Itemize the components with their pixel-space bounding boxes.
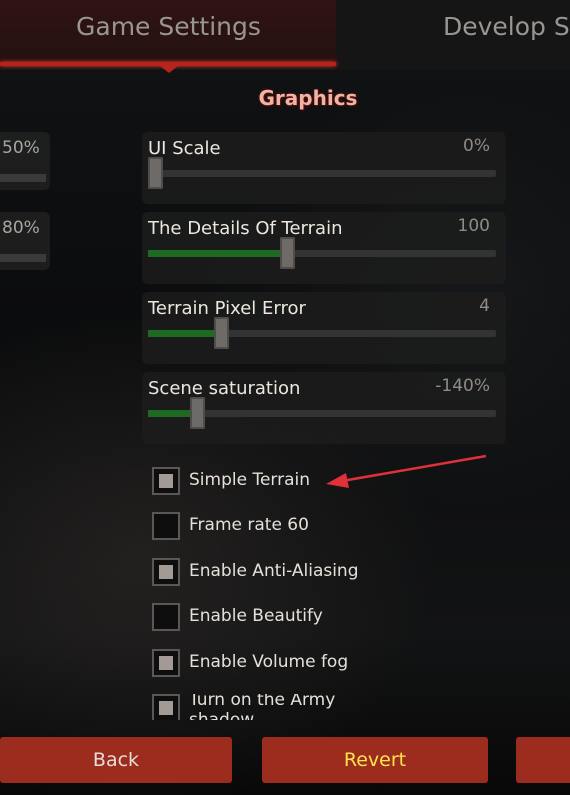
slider-scene-saturation: Scene saturation -140% — [142, 372, 506, 444]
slider-handle[interactable] — [280, 237, 296, 269]
checkbox-row-beautify[interactable]: Enable Beautify — [152, 603, 492, 637]
checkbox-row-volume-fog[interactable]: Enable Volume fog — [152, 649, 492, 683]
checkbox-label: Turn on the Army shadow — [189, 694, 336, 720]
left-slider-card: 50% — [0, 132, 50, 190]
slider-label: UI Scale — [148, 138, 221, 159]
active-tab-notch — [160, 66, 178, 73]
slider-track[interactable] — [147, 157, 496, 189]
left-slider-value: 80% — [2, 218, 40, 238]
slider-value: 4 — [479, 296, 490, 316]
checkbox-row-army-shadow[interactable]: Turn on the Army shadow — [152, 694, 492, 720]
slider-value: -140% — [435, 376, 490, 396]
left-slider-track[interactable] — [0, 254, 46, 262]
slider-handle[interactable] — [189, 397, 205, 429]
left-slider-track[interactable] — [0, 174, 46, 182]
checkbox-label: Enable Anti-Aliasing — [189, 561, 359, 581]
slider-fill — [148, 330, 222, 337]
checkbox-label: Enable Beautify — [189, 606, 323, 626]
checkbox[interactable] — [152, 694, 180, 720]
checkbox[interactable] — [152, 512, 180, 540]
arrow-shaft — [341, 454, 487, 483]
tab-bar: Game Settings Develop S — [0, 0, 570, 73]
checkbox[interactable] — [152, 649, 180, 677]
checkbox-label: Simple Terrain — [189, 470, 311, 490]
slider-terrain-pixel-error: Terrain Pixel Error 4 — [142, 292, 506, 364]
tab-game-settings-label: Game Settings — [76, 12, 261, 41]
slider-value: 100 — [457, 216, 490, 236]
check-mark — [159, 701, 173, 715]
slider-track[interactable] — [148, 397, 496, 429]
slider-fill — [148, 250, 288, 257]
checkbox-label: Frame rate 60 — [189, 515, 309, 535]
slider-track[interactable] — [148, 237, 496, 269]
back-button[interactable]: Back — [0, 737, 232, 783]
slider-handle[interactable] — [147, 157, 163, 189]
annotation-arrow-icon — [326, 454, 487, 488]
left-slider-card: 80% — [0, 212, 50, 270]
check-mark — [159, 474, 173, 488]
checkbox-row-anti-aliasing[interactable]: Enable Anti-Aliasing — [152, 558, 492, 592]
checkbox[interactable] — [152, 558, 180, 586]
revert-button[interactable]: Revert — [262, 737, 488, 783]
section-title: Graphics — [258, 86, 358, 110]
check-mark — [159, 565, 173, 579]
slider-label: The Details Of Terrain — [148, 218, 343, 239]
slider-ui-scale: UI Scale 0% — [142, 132, 506, 204]
checkbox[interactable] — [152, 603, 180, 631]
checkbox-label: Enable Volume fog — [189, 652, 349, 672]
tab-develop-settings[interactable]: Develop S — [443, 12, 570, 41]
slider-label: Terrain Pixel Error — [148, 298, 306, 319]
checkbox[interactable] — [152, 467, 180, 495]
bottom-button-bar: Back Revert — [0, 737, 570, 783]
slider-track[interactable] — [148, 317, 496, 349]
slider-details-of-terrain: The Details Of Terrain 100 — [142, 212, 506, 284]
check-mark — [159, 656, 173, 670]
left-slider-value: 50% — [2, 138, 40, 158]
slider-handle[interactable] — [214, 317, 230, 349]
checkbox-row-frame-rate-60[interactable]: Frame rate 60 — [152, 512, 492, 546]
slider-value: 0% — [463, 136, 490, 156]
arrow-head — [326, 473, 349, 488]
partial-button[interactable] — [516, 737, 570, 783]
slider-label: Scene saturation — [148, 378, 301, 399]
